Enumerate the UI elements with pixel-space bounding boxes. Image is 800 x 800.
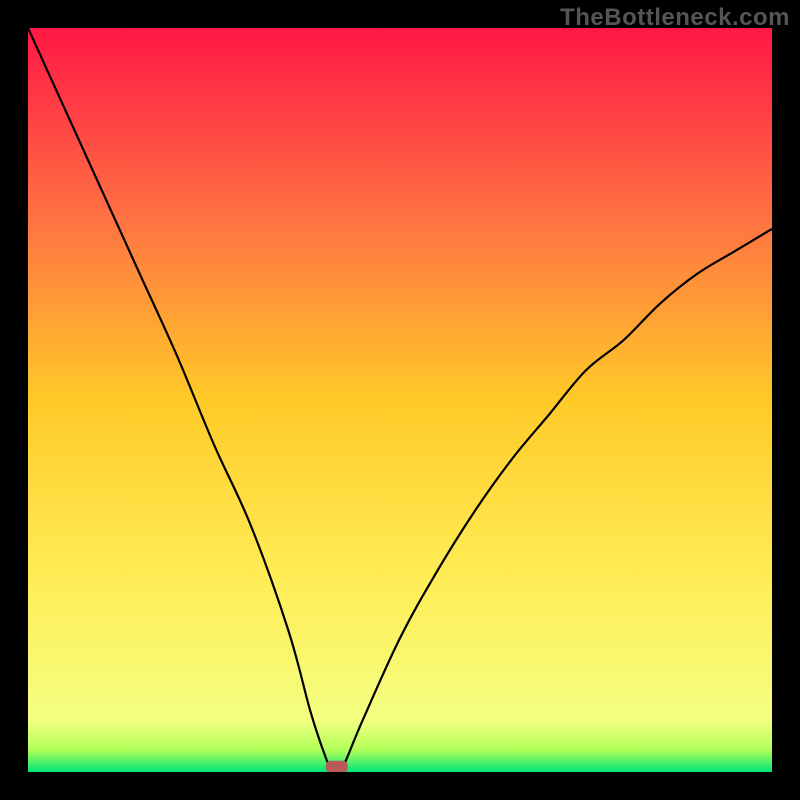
gradient-background — [28, 28, 772, 772]
plot-svg — [28, 28, 772, 772]
chart-frame: TheBottleneck.com — [0, 0, 800, 800]
optimum-marker — [326, 761, 348, 772]
plot-area — [28, 28, 772, 772]
